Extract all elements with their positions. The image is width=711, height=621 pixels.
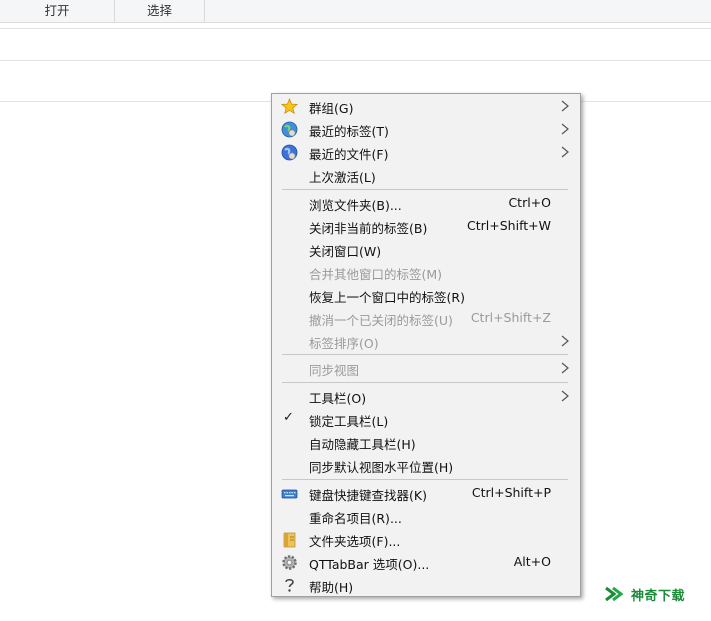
menu-separator [282, 189, 568, 190]
watermark-logo-icon [605, 586, 624, 602]
menu-item-restore-window-tabs[interactable]: 恢复上一个窗口中的标签(R) [274, 284, 578, 307]
menu-item-label: 上次激活(L) [309, 170, 376, 185]
menu-item-label: 撤消一个已关闭的标签(U) [309, 313, 453, 328]
chevron-right-icon [561, 123, 569, 135]
menu-item-label: 合并其他窗口的标签(M) [309, 267, 443, 282]
menu-item-label: 帮助(H) [309, 580, 354, 595]
star-icon [281, 98, 298, 115]
menu-item-sync-default-view-hscroll[interactable]: 同步默认视图水平位置(H) [274, 454, 578, 477]
qttabbar-context-menu: 群组(G) 最近的标签(T) 最近的文件(F) 上次激活(L) 浏览文件夹(B)… [271, 93, 581, 597]
chevron-right-icon [561, 390, 569, 402]
keyboard-icon [281, 489, 298, 499]
chevron-right-icon [561, 362, 569, 374]
ribbon-tab-bar: 打开 选择 [0, 0, 711, 23]
menu-item-sort-tabs: 标签排序(O) [274, 330, 578, 353]
menu-item-label: 群组(G) [309, 101, 354, 116]
ribbon-tab-open[interactable]: 打开 [0, 0, 115, 22]
menu-item-recent-tabs[interactable]: 最近的标签(T) [274, 118, 578, 141]
menu-item-browse-folder[interactable]: 浏览文件夹(B)... Ctrl+O [274, 192, 578, 215]
menu-item-label: 重命名项目(R)... [309, 511, 402, 526]
menu-item-label: 自动隐藏工具栏(H) [309, 437, 416, 452]
menu-item-undo-close-tab: 撤消一个已关闭的标签(U) Ctrl+Shift+Z [274, 307, 578, 330]
menu-item-help[interactable]: 帮助(H) [274, 574, 578, 597]
chevron-right-icon [561, 146, 569, 158]
menu-item-recent-files[interactable]: 最近的文件(F) [274, 141, 578, 164]
menu-item-label: 锁定工具栏(L) [309, 414, 389, 429]
menu-separator [282, 354, 568, 355]
menu-item-keyboard-shortcut-finder[interactable]: 键盘快捷键查找器(K) Ctrl+Shift+P [274, 482, 578, 505]
globe-icon [281, 144, 298, 161]
gear-icon [282, 555, 297, 570]
menu-item-label: 最近的文件(F) [309, 147, 389, 162]
menu-item-close-other-tabs[interactable]: 关闭非当前的标签(B) Ctrl+Shift+W [274, 215, 578, 238]
globe-icon [281, 121, 298, 138]
menu-item-toolbars[interactable]: 工具栏(O) [274, 385, 578, 408]
menu-item-merge-windows: 合并其他窗口的标签(M) [274, 261, 578, 284]
menu-separator [282, 382, 568, 383]
chevron-right-icon [561, 100, 569, 112]
menu-item-label: 关闭非当前的标签(B) [309, 221, 428, 236]
watermark: 神奇下载 [603, 582, 685, 606]
watermark-text: 神奇下载 [631, 588, 686, 604]
folder-options-icon [283, 532, 296, 548]
checkmark-icon: ✓ [283, 410, 294, 425]
menu-item-label: 关闭窗口(W) [309, 244, 382, 259]
menu-item-label: 同步视图 [309, 363, 360, 378]
menu-item-qttabbar-options[interactable]: QTTabBar 选项(O)... Alt+O [274, 551, 578, 574]
menu-item-label: 同步默认视图水平位置(H) [309, 460, 454, 475]
menu-item-label: 文件夹选项(F)... [309, 534, 401, 549]
menu-item-rename-items[interactable]: 重命名项目(R)... [274, 505, 578, 528]
menu-item-label: 恢复上一个窗口中的标签(R) [309, 290, 465, 305]
menu-item-lock-toolbars[interactable]: ✓ 锁定工具栏(L) [274, 408, 578, 431]
menu-item-sync-view: 同步视图 [274, 357, 578, 380]
menu-separator [282, 479, 568, 480]
menu-item-label: 最近的标签(T) [309, 124, 389, 139]
menu-item-label: QTTabBar 选项(O)... [309, 557, 430, 572]
menu-item-close-window[interactable]: 关闭窗口(W) [274, 238, 578, 261]
menu-item-shortcut: Ctrl+Shift+P [471, 485, 551, 500]
menu-item-group[interactable]: 群组(G) [274, 95, 578, 118]
help-icon [285, 578, 294, 592]
ribbon-tab-select[interactable]: 选择 [115, 0, 205, 22]
menu-item-shortcut: Ctrl+O [508, 195, 551, 210]
menu-item-label: 工具栏(O) [309, 391, 367, 406]
menu-item-folder-options[interactable]: 文件夹选项(F)... [274, 528, 578, 551]
menu-item-shortcut: Alt+O [513, 554, 551, 569]
menu-item-label: 键盘快捷键查找器(K) [309, 488, 427, 503]
menu-item-label: 浏览文件夹(B)... [309, 198, 402, 213]
chevron-right-icon [561, 335, 569, 347]
divider [0, 60, 711, 61]
menu-item-shortcut: Ctrl+Shift+W [467, 218, 551, 233]
menu-item-shortcut: Ctrl+Shift+Z [470, 310, 551, 325]
menu-item-label: 标签排序(O) [309, 336, 379, 351]
divider [0, 28, 711, 29]
menu-item-auto-hide-toolbars[interactable]: 自动隐藏工具栏(H) [274, 431, 578, 454]
menu-item-last-activated[interactable]: 上次激活(L) [274, 164, 578, 187]
